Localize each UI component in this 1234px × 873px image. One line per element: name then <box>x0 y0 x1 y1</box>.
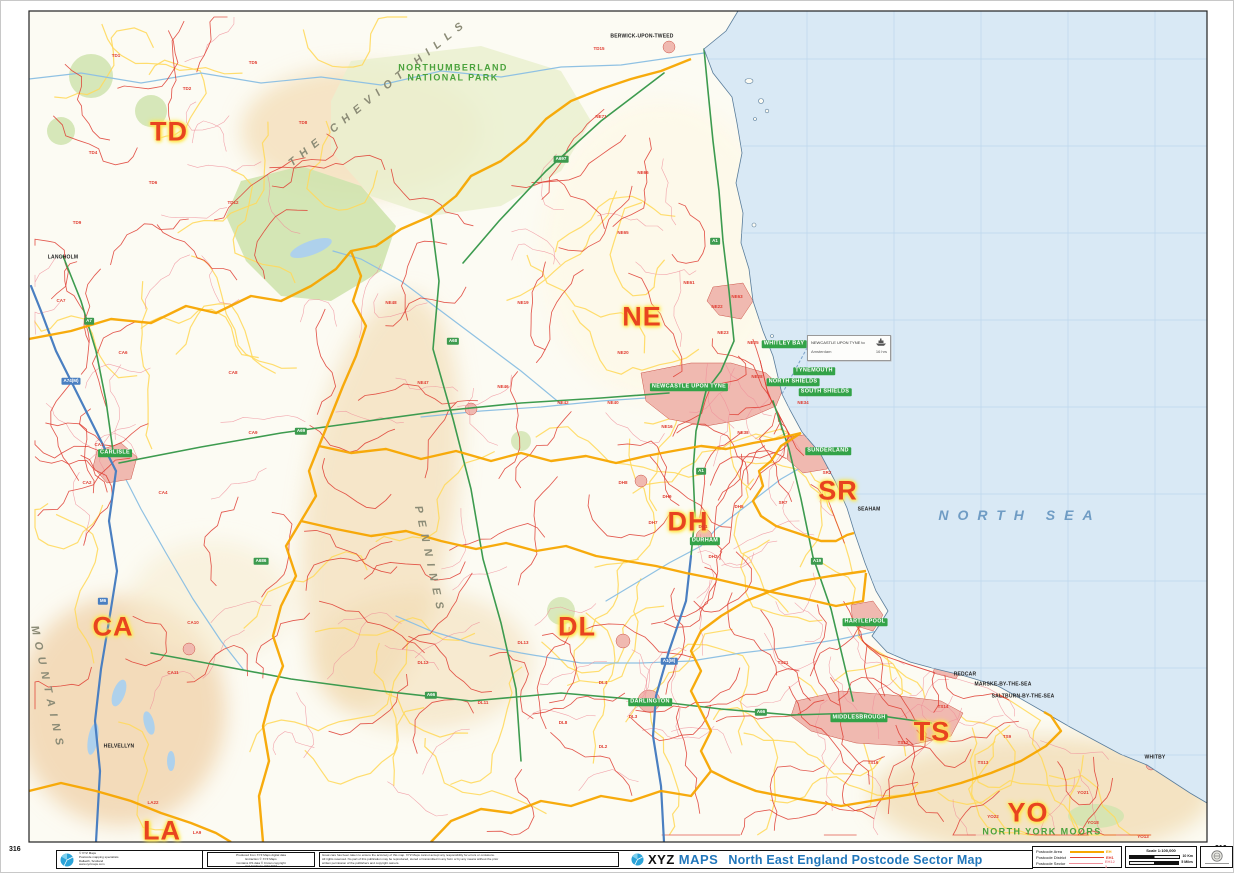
legend-line-sector <box>1069 863 1102 864</box>
brand-maps: MAPS <box>679 852 719 867</box>
page-number-left: 316 <box>9 846 21 853</box>
legend-line-district <box>1070 857 1104 858</box>
map-sheet: NORTH SEA NEWCASTLE UPON TYNE to Amsterd… <box>0 0 1234 873</box>
scale-km-label: 10 Km <box>1182 854 1193 858</box>
legend-sample-area: EH <box>1106 849 1112 854</box>
xyz-maps-logo-icon <box>60 853 74 867</box>
legend-label-district: Postcode District <box>1036 855 1068 860</box>
legend-line-area <box>1070 851 1104 853</box>
legend-label-area: Postcode Area <box>1036 849 1068 854</box>
xyz-maps-logo-icon-small <box>631 853 644 866</box>
publisher-block: © XYZ MapsPostcode mapping specialistsDa… <box>57 851 203 868</box>
scale-bar: Scale 1:100,000 10 Km 5 Miles <box>1125 846 1197 868</box>
legend-sample-sector: EH12 3 <box>1105 859 1118 869</box>
sheet-title-block: XYZ MAPS North East England Postcode Sec… <box>631 852 983 867</box>
sheet-title: North East England Postcode Sector Map <box>728 853 982 867</box>
certification-badge <box>1200 846 1233 868</box>
scale-miles-bar <box>1129 861 1179 866</box>
publisher-fineprint: © XYZ MapsPostcode mapping specialistsDa… <box>77 851 199 868</box>
brand-xyz: XYZ <box>648 852 675 867</box>
legend-row-sector: Postcode Sector EH12 3 <box>1036 861 1118 867</box>
data-source-fineprint: Produced from XYZ Maps digital dataExtra… <box>207 852 315 867</box>
legend-label-sector: Postcode Sector <box>1036 861 1067 866</box>
disclaimer-fineprint: Great care has been taken to ensure the … <box>319 852 619 867</box>
badge-text-line <box>1205 863 1229 865</box>
map-canvas <box>1 1 1234 873</box>
scale-miles-label: 5 Miles <box>1181 860 1193 864</box>
scale-miles-row: 5 Miles <box>1129 859 1193 865</box>
legend: Postcode Area EH Postcode District EH1 P… <box>1032 846 1122 868</box>
scale-km-bar <box>1129 855 1180 860</box>
footer-bar: © XYZ MapsPostcode mapping specialistsDa… <box>56 850 1033 869</box>
badge-icon <box>1211 850 1223 862</box>
